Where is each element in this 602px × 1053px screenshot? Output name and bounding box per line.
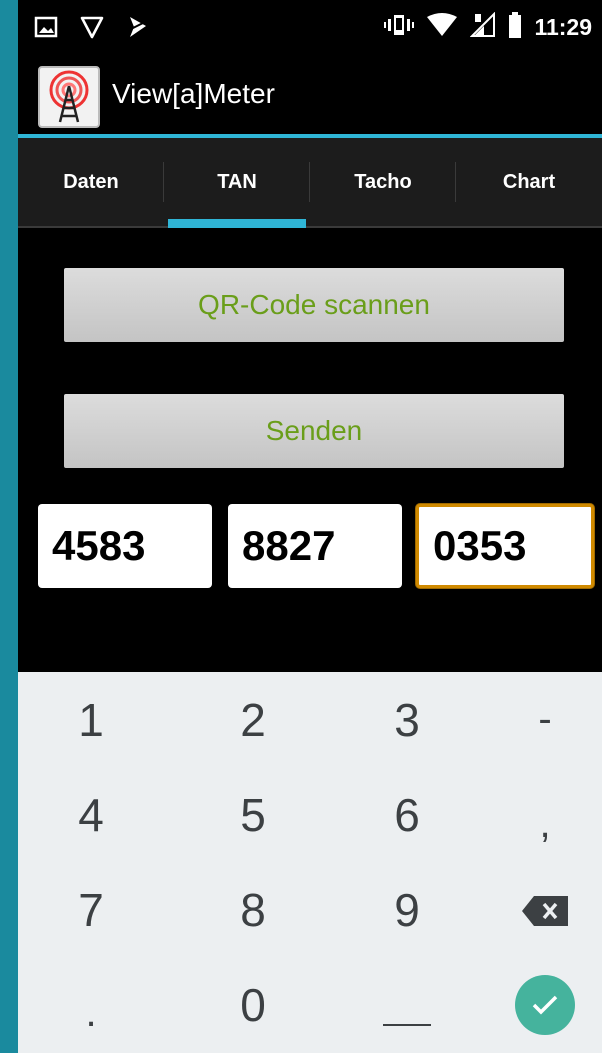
key-0[interactable]: 0 [180, 957, 326, 1052]
app-logo-icon [38, 66, 100, 128]
key-7[interactable]: 7 [18, 862, 164, 957]
key-2[interactable]: 2 [180, 672, 326, 767]
wifi-icon [426, 13, 458, 42]
signal-icon [470, 11, 496, 43]
image-icon [34, 15, 58, 44]
battery-icon [508, 12, 522, 43]
done-button[interactable] [515, 974, 575, 1035]
send-button[interactable]: Senden [64, 394, 564, 468]
background-strip [0, 0, 18, 1053]
tab-daten[interactable]: Daten [18, 138, 164, 226]
vibrate-icon [384, 13, 415, 42]
app-title: View[a]Meter [112, 78, 275, 109]
key-comma[interactable]: , [472, 777, 602, 872]
tab-bar: Daten TAN Tacho Chart [18, 138, 602, 228]
underscore-glyph [383, 1023, 431, 1026]
key-underscore[interactable] [334, 957, 480, 1052]
phone-screen: 11:29 View[a]Meter Daten TAN Tacho Chart… [18, 0, 602, 1053]
key-4[interactable]: 4 [18, 767, 164, 862]
backspace-icon [522, 883, 568, 937]
action-bar: View[a]Meter [18, 58, 602, 136]
status-time: 11:29 [534, 14, 592, 40]
tab-chart[interactable]: Chart [456, 138, 602, 226]
key-1[interactable]: 1 [18, 672, 164, 767]
tab-tacho[interactable]: Tacho [310, 138, 456, 226]
tab-tan[interactable]: TAN [164, 138, 310, 228]
key-backspace[interactable] [472, 862, 602, 957]
key-minus[interactable]: - [472, 672, 602, 767]
status-bar: 11:29 [18, 0, 602, 58]
key-5[interactable]: 5 [180, 767, 326, 862]
tan-field-1[interactable]: 4583 [38, 504, 212, 588]
key-8[interactable]: 8 [180, 862, 326, 957]
nosound-icon [126, 14, 150, 45]
checkmark-icon [532, 995, 558, 1014]
key-6[interactable]: 6 [334, 767, 480, 862]
key-period[interactable]: . [18, 957, 164, 1052]
key-9[interactable]: 9 [334, 862, 480, 957]
numeric-keyboard: 1 2 3 - 4 5 6 , 7 8 9 . 0 [18, 672, 602, 1053]
key-done[interactable] [472, 957, 602, 1052]
tan-field-2[interactable]: 8827 [228, 504, 402, 588]
shield-icon [80, 14, 104, 45]
qr-scan-button[interactable]: QR-Code scannen [64, 268, 564, 342]
tan-field-3[interactable]: 0353 [416, 504, 594, 588]
key-3[interactable]: 3 [334, 672, 480, 767]
